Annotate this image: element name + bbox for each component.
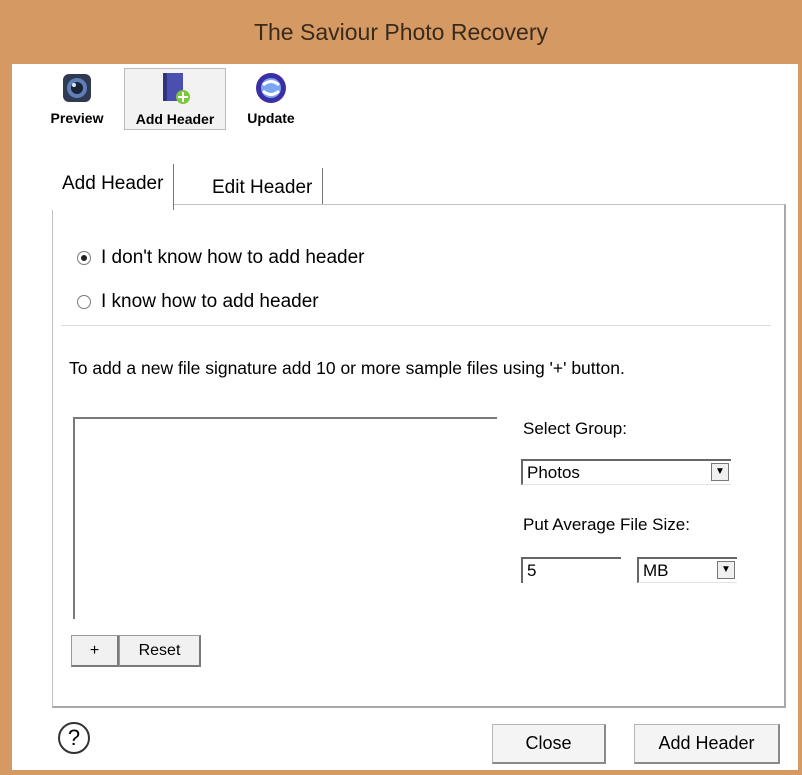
window-title: The Saviour Photo Recovery <box>253 18 549 45</box>
help-icon[interactable]: ? <box>58 722 90 754</box>
divider <box>61 325 771 326</box>
select-group-label: Select Group: <box>523 419 627 438</box>
book-add-icon <box>156 71 194 107</box>
chevron-down-icon[interactable]: ▼ <box>711 463 729 481</box>
average-size-label: Put Average File Size: <box>523 515 690 534</box>
sample-files-list[interactable] <box>73 417 497 619</box>
radio-unselected[interactable] <box>77 295 91 309</box>
add-file-button[interactable]: + <box>71 635 119 667</box>
instructions-text: To add a new file signature add 10 or mo… <box>69 358 625 378</box>
add-header-submit-button[interactable]: Add Header <box>634 724 780 764</box>
chevron-down-icon[interactable]: ▼ <box>717 561 735 579</box>
reset-button[interactable]: Reset <box>119 635 201 667</box>
option-dont-know[interactable]: I don't know how to add header <box>77 247 364 269</box>
group-select-value: Photos <box>527 463 580 482</box>
file-size-input[interactable]: 5 <box>521 557 621 583</box>
tab-add-header[interactable]: Add Header <box>52 164 175 210</box>
camera-lens-icon <box>58 70 96 106</box>
tab-panel: I don't know how to add header I know ho… <box>52 204 786 708</box>
size-unit-value: MB <box>643 561 669 580</box>
app-window: The Saviour Photo Recovery Preview Add H… <box>0 0 802 775</box>
radio-selected[interactable] <box>77 251 91 265</box>
preview-button[interactable]: Preview <box>42 68 112 130</box>
update-button[interactable]: Update <box>236 68 306 130</box>
tab-edit-header[interactable]: Edit Header <box>202 168 324 208</box>
toolbar: Preview Add Header Update <box>12 64 798 135</box>
option-dont-know-label: I don't know how to add header <box>101 247 365 268</box>
close-button[interactable]: Close <box>492 724 606 764</box>
add-header-button[interactable]: Add Header <box>124 68 226 130</box>
globe-refresh-icon <box>252 70 290 106</box>
group-select[interactable]: Photos ▼ <box>521 459 731 485</box>
add-header-label: Add Header <box>135 111 215 127</box>
update-label: Update <box>247 110 295 126</box>
size-unit-select[interactable]: MB ▼ <box>637 557 737 583</box>
dialog-body: Add Header Edit Header I don't know how … <box>12 134 798 770</box>
option-know[interactable]: I know how to add header <box>77 291 319 313</box>
option-know-label: I know how to add header <box>101 291 319 312</box>
preview-label: Preview <box>50 110 104 126</box>
